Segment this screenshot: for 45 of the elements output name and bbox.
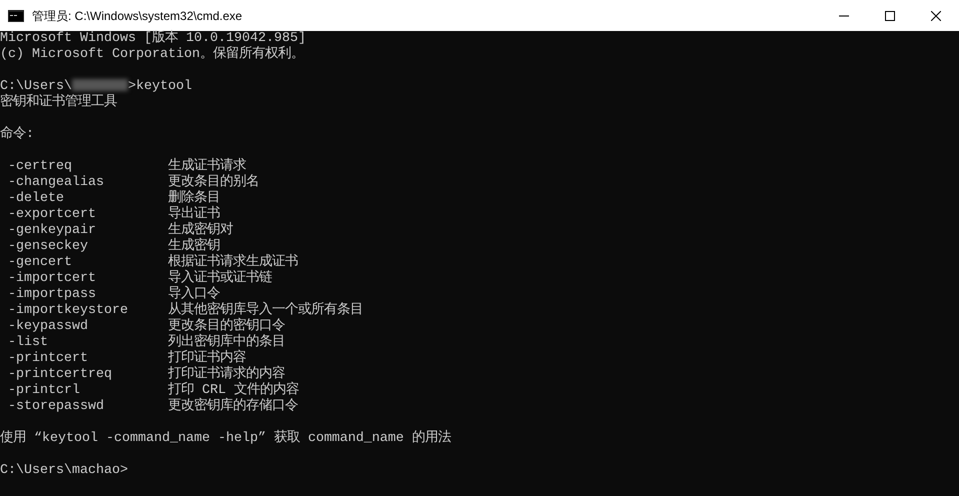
command-text: >keytool bbox=[128, 79, 192, 94]
command-name: -storepasswd bbox=[8, 399, 104, 414]
command-name: -importkeystore bbox=[8, 303, 128, 318]
command-name: -certreq bbox=[8, 159, 72, 174]
command-name: -importpass bbox=[8, 287, 96, 302]
command-description: 列出密钥库中的条目 bbox=[168, 335, 285, 350]
command-description: 打印证书内容 bbox=[168, 351, 246, 366]
console-app-icon bbox=[8, 10, 24, 22]
command-description: 导出证书 bbox=[168, 207, 220, 222]
maximize-icon bbox=[885, 10, 895, 20]
command-description: 导入口令 bbox=[168, 287, 220, 302]
blurred-username bbox=[72, 79, 128, 92]
command-name: -gencert bbox=[8, 255, 72, 270]
command-description: 生成密钥 bbox=[168, 239, 220, 254]
command-name: -changealias bbox=[8, 175, 104, 190]
prompt-text: C:\Users\machao> bbox=[0, 463, 128, 478]
window-title: 管理员: C:\Windows\system32\cmd.exe bbox=[32, 8, 242, 24]
command-name: -genseckey bbox=[8, 239, 88, 254]
command-description: 打印 CRL 文件的内容 bbox=[168, 383, 299, 398]
command-description: 生成证书请求 bbox=[168, 159, 246, 174]
command-name: -list bbox=[8, 335, 48, 350]
prompt-text: C:\Users\ bbox=[0, 79, 72, 94]
command-name: -printcrl bbox=[8, 383, 80, 398]
command-description: 根据证书请求生成证书 bbox=[168, 255, 298, 270]
command-description: 生成密钥对 bbox=[168, 223, 233, 238]
console-line: 命令: bbox=[0, 127, 34, 142]
console-line: 密钥和证书管理工具 bbox=[0, 95, 117, 110]
command-description: 更改条目的密钥口令 bbox=[168, 319, 285, 334]
command-name: -genkeypair bbox=[8, 223, 96, 238]
command-description: 从其他密钥库导入一个或所有条目 bbox=[168, 303, 363, 318]
command-name: -printcert bbox=[8, 351, 88, 366]
command-name: -importcert bbox=[8, 271, 96, 286]
command-name: -exportcert bbox=[8, 207, 96, 222]
command-description: 更改密钥库的存储口令 bbox=[168, 399, 298, 414]
command-description: 更改条目的别名 bbox=[168, 175, 259, 190]
console-line: (c) Microsoft Corporation。保留所有权利。 bbox=[0, 47, 304, 62]
command-description: 删除条目 bbox=[168, 191, 220, 206]
console-line: Microsoft Windows [版本 10.0.19042.985] bbox=[0, 31, 306, 46]
command-name: -keypasswd bbox=[8, 319, 88, 334]
command-name: -printcertreq bbox=[8, 367, 112, 382]
command-name: -delete bbox=[8, 191, 64, 206]
command-description: 导入证书或证书链 bbox=[168, 271, 272, 286]
command-description: 打印证书请求的内容 bbox=[168, 367, 285, 382]
usage-text: 使用 “keytool -command_name -help” 获取 command_name 的用法 bbox=[0, 431, 451, 446]
close-icon bbox=[931, 10, 941, 20]
